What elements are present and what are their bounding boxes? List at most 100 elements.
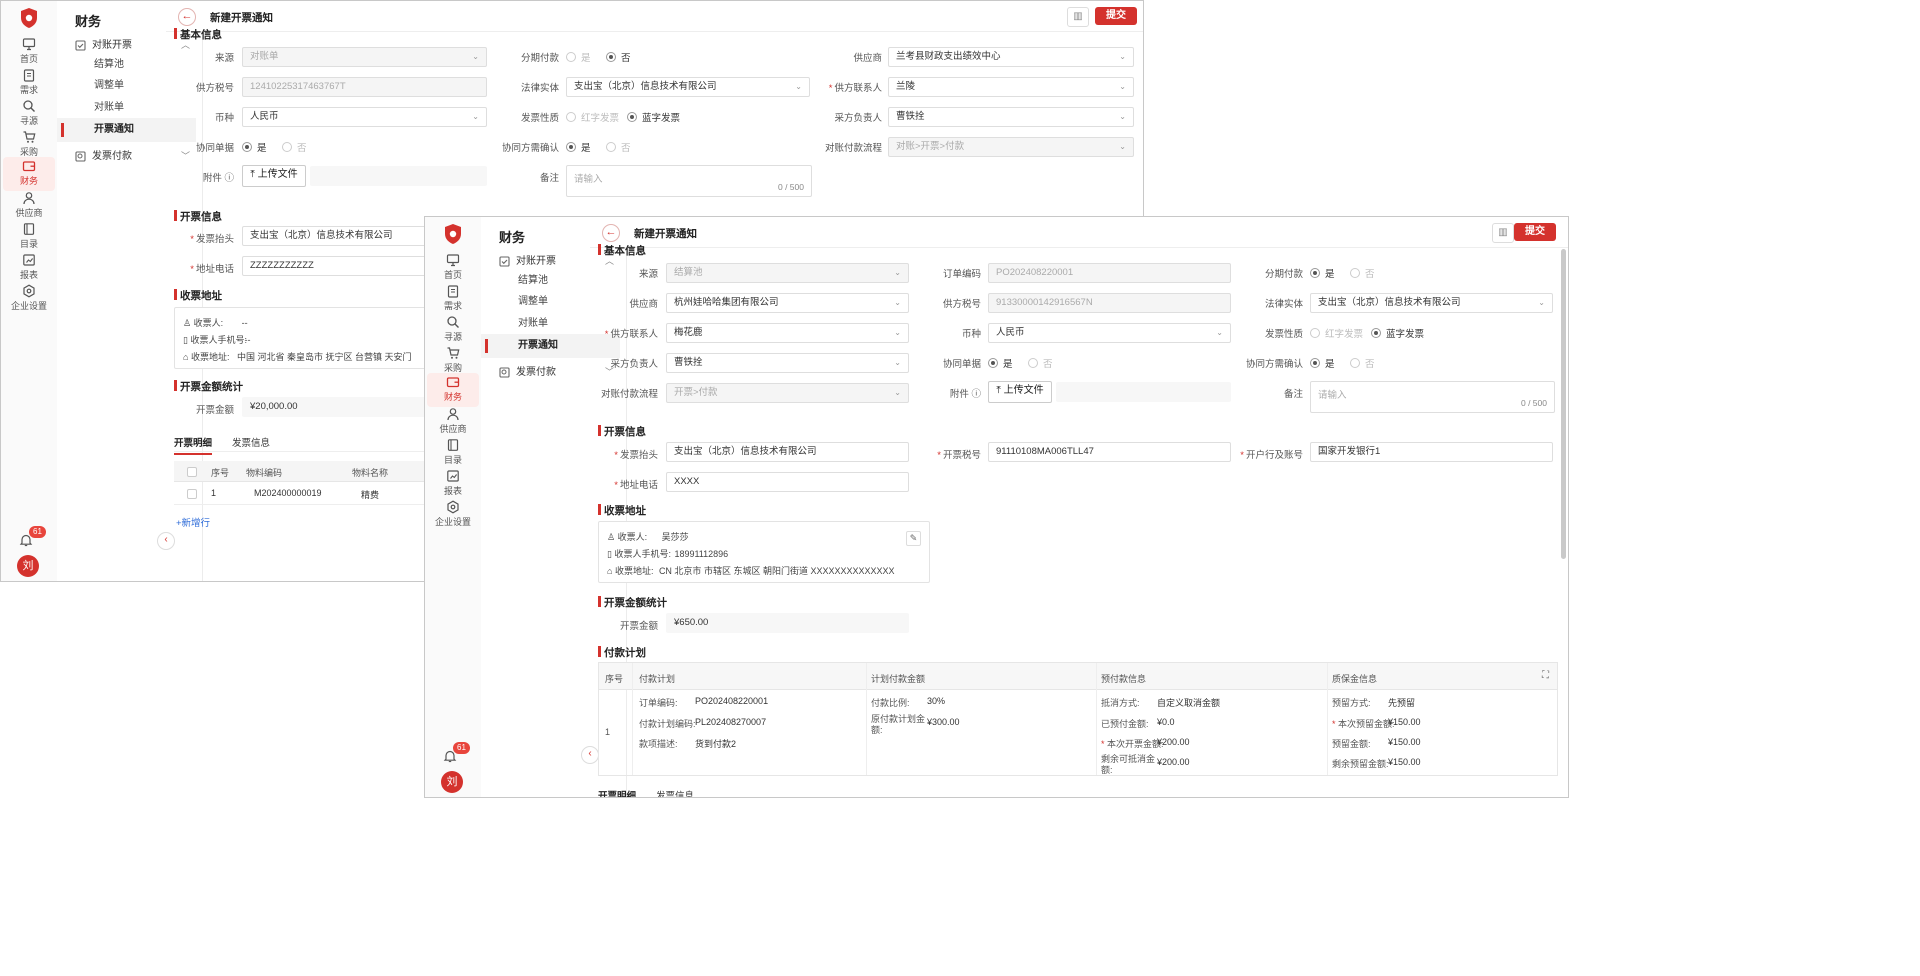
back-button[interactable]: ←	[602, 224, 620, 242]
source-select[interactable]: 结算池 ⌄	[666, 263, 909, 283]
menu-group-invoice-payment[interactable]: 发票付款	[499, 363, 556, 378]
contact-select[interactable]: 梅花鹿 ⌄	[666, 323, 909, 343]
invoice-red-radio[interactable]: 红字发票	[1310, 326, 1363, 340]
installment-yes-radio[interactable]: 是	[566, 50, 591, 64]
rail-demand[interactable]: 需求	[3, 66, 55, 100]
upload-button[interactable]: ⤒ 上传文件	[242, 165, 306, 187]
rail-label: 首页	[19, 54, 38, 64]
coop-confirm-yes-radio[interactable]: 是	[1310, 356, 1335, 370]
rail-finance[interactable]: 财务	[427, 373, 479, 407]
legal-entity-select[interactable]: 支出宝（北京）信息技术有限公司 ⌄	[566, 77, 810, 97]
remark-placeholder: 请输入	[574, 174, 603, 185]
table-row: 1 M202400000019 精费	[174, 482, 434, 505]
monitor-icon	[446, 254, 460, 267]
invoice-head-value: 支出宝（北京）信息技术有限公司	[674, 446, 817, 457]
expand-icon[interactable]: ⛶	[1542, 670, 1549, 681]
menu-group-reconcile[interactable]: 对账开票	[75, 36, 132, 51]
rail-sourcing[interactable]: 寻源	[3, 97, 55, 131]
layout-icon[interactable]: ▥	[1067, 7, 1089, 27]
add-row-link[interactable]: +新增行	[176, 515, 210, 529]
chevron-down-icon: ⌄	[894, 268, 901, 277]
avatar[interactable]: 刘	[17, 555, 39, 577]
installment-yes-radio[interactable]: 是	[1310, 266, 1335, 280]
tab-invoice-info[interactable]: 发票信息	[232, 435, 270, 449]
flow-select[interactable]: 对账>开票>付款 ⌄	[888, 137, 1134, 157]
amount-label: 开票金额	[619, 621, 658, 632]
receiver-address-value: CN 北京市 市辖区 东城区 朝阳门街道 XXXXXXXXXXXXXX	[658, 566, 895, 576]
rail-label: 采购	[19, 147, 38, 157]
submit-button[interactable]: 提交	[1095, 7, 1137, 25]
back-button[interactable]: ←	[178, 8, 196, 26]
rail-settings[interactable]: 企业设置	[3, 282, 55, 316]
notification-bell[interactable]: 61	[19, 526, 46, 553]
select-all-checkbox[interactable]	[187, 467, 197, 477]
buyer-owner-select[interactable]: 曹铁拴 ⌄	[666, 353, 909, 373]
rail-supplier[interactable]: 供应商	[427, 405, 479, 439]
coop-confirm-no-radio[interactable]: 否	[1350, 356, 1375, 370]
row-checkbox[interactable]	[187, 489, 197, 499]
radio-label: 是	[581, 143, 591, 154]
invoice-tax-input[interactable]: 91110108MA006TLL47	[988, 442, 1231, 462]
rail-sourcing[interactable]: 寻源	[427, 313, 479, 347]
rail-report[interactable]: 报表	[427, 467, 479, 501]
notification-bell[interactable]: 61	[443, 742, 470, 769]
rail-catalog[interactable]: 目录	[427, 436, 479, 470]
legal-entity-select[interactable]: 支出宝（北京）信息技术有限公司 ⌄	[1310, 293, 1553, 313]
currency-select[interactable]: 人民币 ⌄	[242, 107, 487, 127]
installment-no-radio[interactable]: 否	[606, 50, 631, 64]
coop-yes-radio[interactable]: 是	[988, 356, 1013, 370]
source-label: 来源	[214, 53, 234, 64]
rail-supplier[interactable]: 供应商	[3, 189, 55, 223]
supplier-select[interactable]: 兰考县财政支出绩效中心 ⌄	[888, 47, 1134, 67]
rail-home[interactable]: 首页	[427, 251, 479, 285]
menu-group-invoice-payment[interactable]: 发票付款	[75, 147, 132, 162]
coop-no-radio[interactable]: 否	[1028, 356, 1053, 370]
coop-confirm-yes-radio[interactable]: 是	[566, 140, 591, 154]
remark-textarea[interactable]: 请输入 0 / 500	[1310, 381, 1555, 413]
tab-invoice-info[interactable]: 发票信息	[656, 788, 694, 797]
radio-label: 是	[1003, 359, 1013, 370]
invoice-blue-radio[interactable]: 蓝字发票	[627, 110, 680, 124]
bank-input[interactable]: 国家开发银行1	[1310, 442, 1553, 462]
invoice-head-input[interactable]: 支出宝（北京）信息技术有限公司	[242, 226, 442, 246]
tab-invoice-detail[interactable]: 开票明细	[598, 788, 636, 797]
amount-field: ¥650.00	[666, 613, 909, 633]
rail-report[interactable]: 报表	[3, 251, 55, 285]
coop-confirm-no-radio[interactable]: 否	[606, 140, 631, 154]
address-phone-label-text: 地址电话	[195, 264, 234, 275]
tab-invoice-detail[interactable]: 开票明细	[174, 435, 213, 455]
layout-icon[interactable]: ▥	[1492, 223, 1514, 243]
coop-yes-radio[interactable]: 是	[242, 140, 267, 154]
remark-textarea[interactable]: 请输入 0 / 500	[566, 165, 812, 197]
rail-demand[interactable]: 需求	[427, 282, 479, 316]
currency-select[interactable]: 人民币 ⌄	[988, 323, 1231, 343]
amount-label: 开票金额	[195, 405, 234, 416]
rail-finance[interactable]: 财务	[3, 157, 55, 191]
detail-table-header: 序号 物料编码 物料名称	[174, 461, 434, 482]
submit-button[interactable]: 提交	[1514, 223, 1556, 241]
menu-group-reconcile[interactable]: 对账开票	[499, 252, 556, 267]
invoice-blue-radio[interactable]: 蓝字发票	[1371, 326, 1424, 340]
rail-settings[interactable]: 企业设置	[427, 498, 479, 532]
address-phone-input[interactable]: XXXX	[666, 472, 909, 492]
installment-no-radio[interactable]: 否	[1350, 266, 1375, 280]
avatar[interactable]: 刘	[441, 771, 463, 793]
contact-select[interactable]: 兰陵 ⌄	[888, 77, 1134, 97]
chevron-down-icon: ⌄	[894, 328, 901, 337]
rail-home[interactable]: 首页	[3, 35, 55, 69]
tax-no-field: 91330000142916567N	[988, 293, 1231, 313]
menu-title: 财务	[75, 14, 102, 29]
flow-select[interactable]: 开票>付款 ⌄	[666, 383, 909, 403]
rail-catalog[interactable]: 目录	[3, 220, 55, 254]
invoice-head-input[interactable]: 支出宝（北京）信息技术有限公司	[666, 442, 909, 462]
buyer-owner-select[interactable]: 曹铁拴 ⌄	[888, 107, 1134, 127]
rail-label: 供应商	[15, 208, 43, 218]
radio-label: 是	[1325, 359, 1335, 370]
edit-icon[interactable]: ✎	[906, 531, 921, 546]
source-select[interactable]: 对账单 ⌄	[242, 47, 487, 67]
upload-button[interactable]: ⤒ 上传文件	[988, 381, 1052, 403]
invoice-red-radio[interactable]: 红字发票	[566, 110, 619, 124]
coop-no-radio[interactable]: 否	[282, 140, 307, 154]
address-phone-input[interactable]: ZZZZZZZZZZZ	[242, 256, 442, 276]
supplier-select[interactable]: 杭州娃哈哈集团有限公司 ⌄	[666, 293, 909, 313]
